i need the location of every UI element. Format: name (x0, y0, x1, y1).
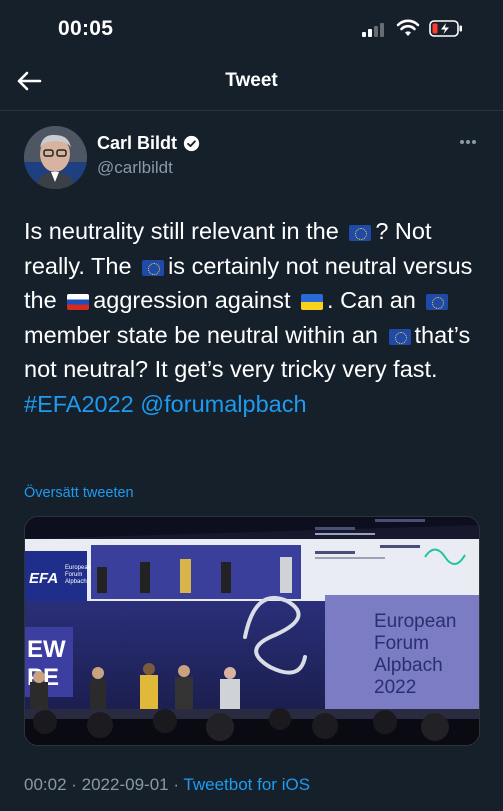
eu-flag-icon (388, 328, 411, 345)
status-time: 00:05 (58, 17, 114, 40)
more-options-icon[interactable] (459, 139, 477, 145)
eu-flag-icon (349, 225, 372, 241)
eu-flag-icon (426, 294, 449, 310)
navigation-bar: Tweet (0, 56, 503, 108)
screen-brand-sub-2: Forum (65, 572, 82, 578)
status-bar: 00:05 (0, 0, 503, 56)
tweet-text: Is neutrality still relevant in the ? No… (24, 214, 484, 421)
user-name: Carl Bildt (97, 133, 178, 153)
wifi-icon (396, 19, 420, 36)
panel-text-1: European (374, 611, 456, 632)
ukraine-flag-icon (301, 294, 324, 310)
tweet-source-link[interactable]: Tweetbot for iOS (183, 775, 310, 794)
screen-brand: EFA (29, 570, 58, 587)
hashtag-link[interactable]: #EFA2022 (24, 391, 134, 417)
mention-link[interactable]: @forumalpbach (140, 391, 306, 417)
screen-brand-sub-1: European (65, 565, 91, 571)
panel-text-4: 2022 (374, 677, 416, 698)
translate-tweet-link[interactable]: Översätt tweeten (24, 485, 134, 501)
tweet-photo[interactable]: EFA European Forum Alpbach EW PE (24, 516, 480, 746)
avatar[interactable] (24, 126, 87, 189)
panel-text-3: Alpbach (374, 655, 443, 676)
battery-low-icon (429, 20, 462, 37)
russia-flag-icon (67, 294, 90, 310)
user-name-row[interactable]: Carl Bildt (97, 133, 200, 154)
tweet-text-segment: aggression against (93, 287, 298, 313)
screen-brand-sub-3: Alpbach (65, 579, 87, 585)
tweet-timestamp: 00:02 · 2022-09-01 · (24, 775, 184, 794)
page-title: Tweet (225, 70, 278, 91)
svg-text:EW: EW (27, 636, 66, 663)
tweet-text-segment: Is neutrality still relevant in the (24, 218, 346, 244)
eu-flag-icon (142, 259, 165, 276)
tweet-metadata: 00:02 · 2022-09-01 · Tweetbot for iOS (24, 775, 310, 795)
tweet-card: Carl Bildt @carlbildt Is neutrality stil… (0, 110, 503, 811)
verified-badge-icon (183, 135, 200, 152)
tweet-text-segment: member state be neutral within an (24, 321, 385, 348)
user-handle[interactable]: @carlbildt (97, 158, 173, 178)
panel-text-2: Forum (374, 633, 429, 654)
tweet-text-segment: . Can an (327, 287, 423, 313)
cellular-signal-icon (362, 23, 386, 37)
